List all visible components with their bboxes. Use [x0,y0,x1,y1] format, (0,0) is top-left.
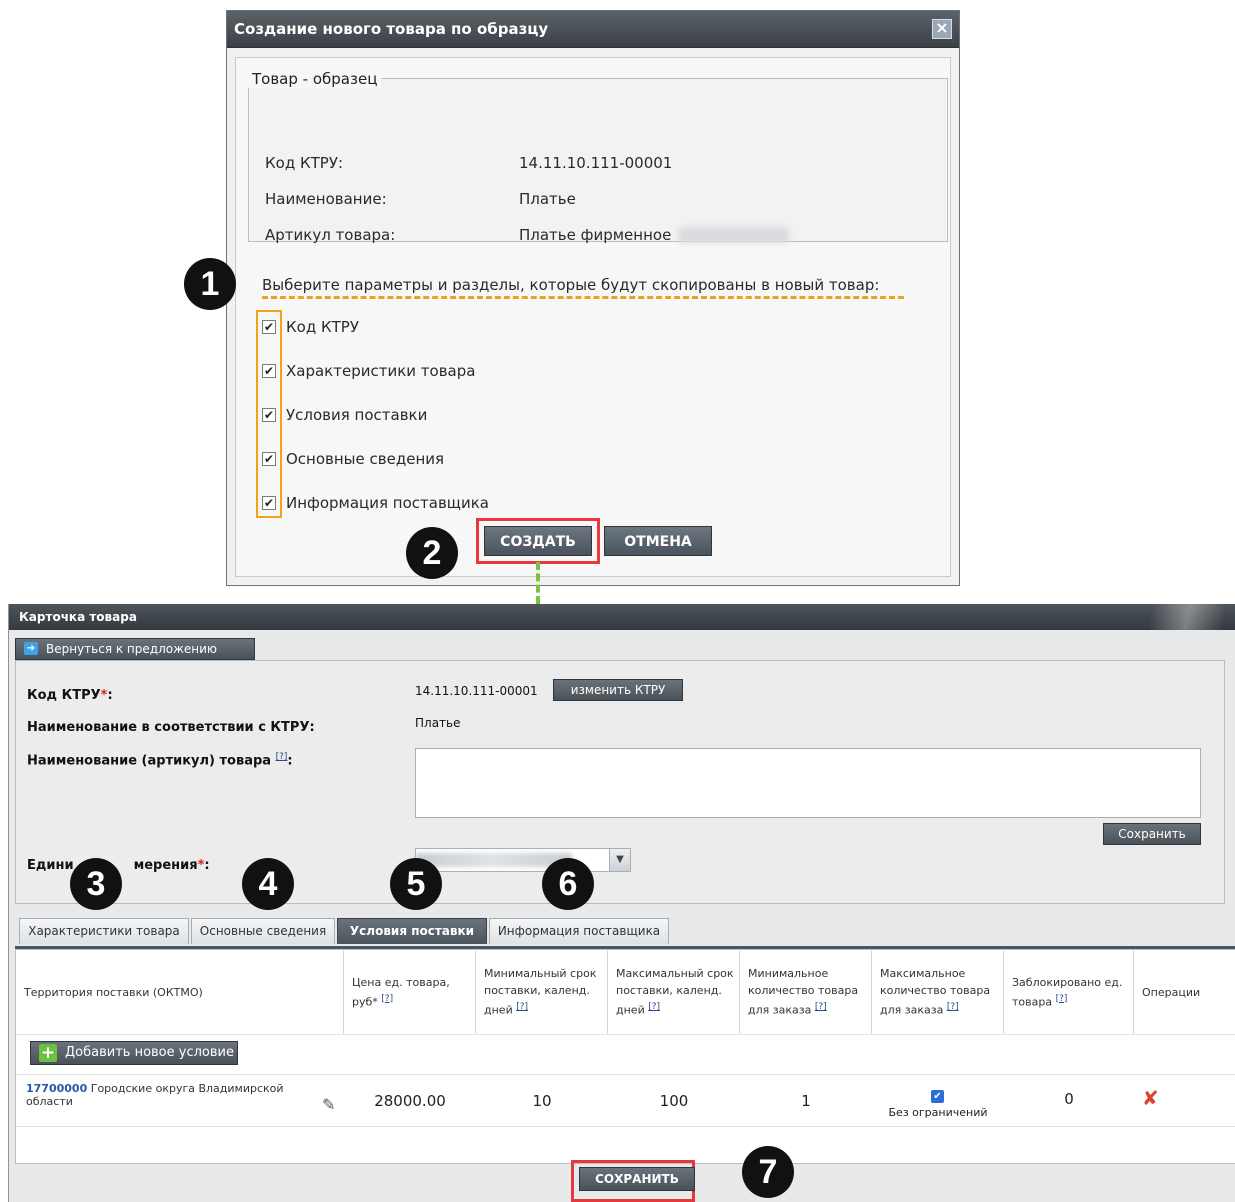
flow-arrow-line [536,562,540,604]
col-header-blocked: Заблокировано ед. товара [?] [1004,950,1134,1034]
price-cell: 28000.00 [374,1092,446,1110]
col-header-price: Цена ед. товара, руб* [?] [344,950,476,1034]
col-header-operations: Операции [1142,985,1201,999]
name-value: Платье [519,190,576,208]
ktru-field-label: Код КТРУ*: [27,688,113,703]
max-days-cell: 100 [659,1092,689,1110]
option-delivery-label: Условия поставки [286,406,428,424]
option-ktru-label: Код КТРУ [286,318,359,336]
close-icon[interactable]: × [932,19,952,39]
article-label: Артикул товара: [265,226,396,244]
col-header-min-qty: Минимальное количество товара для заказа… [740,950,872,1034]
ktru-label: Код КТРУ: [265,154,344,172]
blocked-cell: 0 [1064,1090,1074,1108]
unlimited-checkbox[interactable]: ✔ [931,1090,944,1103]
fieldset-legend: Товар - образец [248,70,382,88]
create-button[interactable]: СОЗДАТЬ [484,526,592,556]
callout-1: 1 [184,258,236,310]
product-card: Карточка товара ➜ Вернуться к предложени… [8,604,1235,1202]
save-card-button[interactable]: СОХРАНИТЬ [579,1167,695,1191]
sample-product-fieldset: Код КТРУ: 14.11.10.111-00001 Наименовани… [248,78,948,244]
save-article-button[interactable]: Сохранить [1103,823,1201,845]
card-title: Карточка товара [9,604,1235,630]
cancel-button[interactable]: ОТМЕНА [604,526,712,556]
col-header-max-qty: Максимальное количество товара для заказ… [872,950,1004,1034]
title-decoration [1115,604,1235,630]
add-condition-label: Добавить новое условие [65,1045,234,1060]
ktru-name-value: Платье [415,716,461,730]
select-hint: Выберите параметры и разделы, которые бу… [262,276,880,294]
min-qty-cell: 1 [801,1092,811,1110]
ktru-field-value: 14.11.10.111-00001 [415,684,538,698]
row-divider-bottom [16,1126,1235,1127]
chevron-down-icon[interactable]: ▼ [609,849,630,871]
name-label: Наименование: [265,190,387,208]
min-days-cell: 10 [532,1092,552,1110]
ktru-name-label: Наименование в соответствии с КТРУ: [27,720,315,735]
back-button-label: Вернуться к предложению [46,642,218,656]
checkbox-characteristics[interactable]: ✔ [262,364,276,378]
row-divider [16,1074,1235,1075]
change-ktru-button[interactable]: изменить КТРУ [553,679,683,701]
option-supplier-info-label: Информация поставщика [286,494,489,512]
tab-delivery-terms[interactable]: Условия поставки [337,918,487,944]
max-qty-cell: Без ограничений [888,1106,988,1119]
plus-icon: + [39,1043,57,1063]
callout-7: 7 [742,1146,794,1198]
pencil-icon[interactable]: ✎ [322,1095,335,1114]
add-condition-button[interactable]: + Добавить новое условие [30,1041,238,1065]
checkbox-supplier-info[interactable]: ✔ [262,496,276,510]
article-field-label: Наименование (артикул) товара [?]: [27,752,293,769]
checkbox-ktru[interactable]: ✔ [262,320,276,334]
dialog-body: Код КТРУ: 14.11.10.111-00001 Наименовани… [235,57,951,577]
back-to-offer-button[interactable]: ➜ Вернуться к предложению [15,638,255,660]
territory-cell: 17700000 Городские округа Владимирской о… [26,1082,284,1108]
callout-3: 3 [70,858,122,910]
option-characteristics-label: Характеристики товара [286,362,476,380]
col-header-min-days: Минимальный срок поставки, календ. дней … [476,950,608,1034]
blurred-text [679,227,789,243]
article-textarea[interactable] [415,748,1201,818]
checkbox-delivery[interactable]: ✔ [262,408,276,422]
create-from-sample-dialog: Создание нового товара по образцу × Код … [226,10,960,586]
header-divider [16,1034,1235,1035]
callout-6: 6 [542,858,594,910]
tab-main-info[interactable]: Основные сведения [191,918,335,944]
unit-select[interactable]: ▼ [415,848,631,872]
callout-2: 2 [406,527,458,579]
callout-4: 4 [242,858,294,910]
checkbox-main-info[interactable]: ✔ [262,452,276,466]
highlight-underline [262,296,904,299]
tab-supplier-info[interactable]: Информация поставщика [489,918,669,944]
callout-5: 5 [390,858,442,910]
tab-characteristics[interactable]: Характеристики товара [19,918,189,944]
article-value: Платье фирменное [519,226,672,244]
col-header-max-days: Максимальный срок поставки, календ. дней… [608,950,740,1034]
delete-icon[interactable]: ✘ [1142,1086,1159,1110]
ktru-value: 14.11.10.111-00001 [519,154,673,172]
col-header-territory: Территория поставки (ОКТМО) [16,950,344,1034]
delivery-terms-table: Территория поставки (ОКТМО) Цена ед. тов… [15,949,1235,1164]
dialog-title: Создание нового товара по образцу [227,11,959,48]
back-arrow-icon: ➜ [24,642,38,655]
option-main-info-label: Основные сведения [286,450,445,468]
